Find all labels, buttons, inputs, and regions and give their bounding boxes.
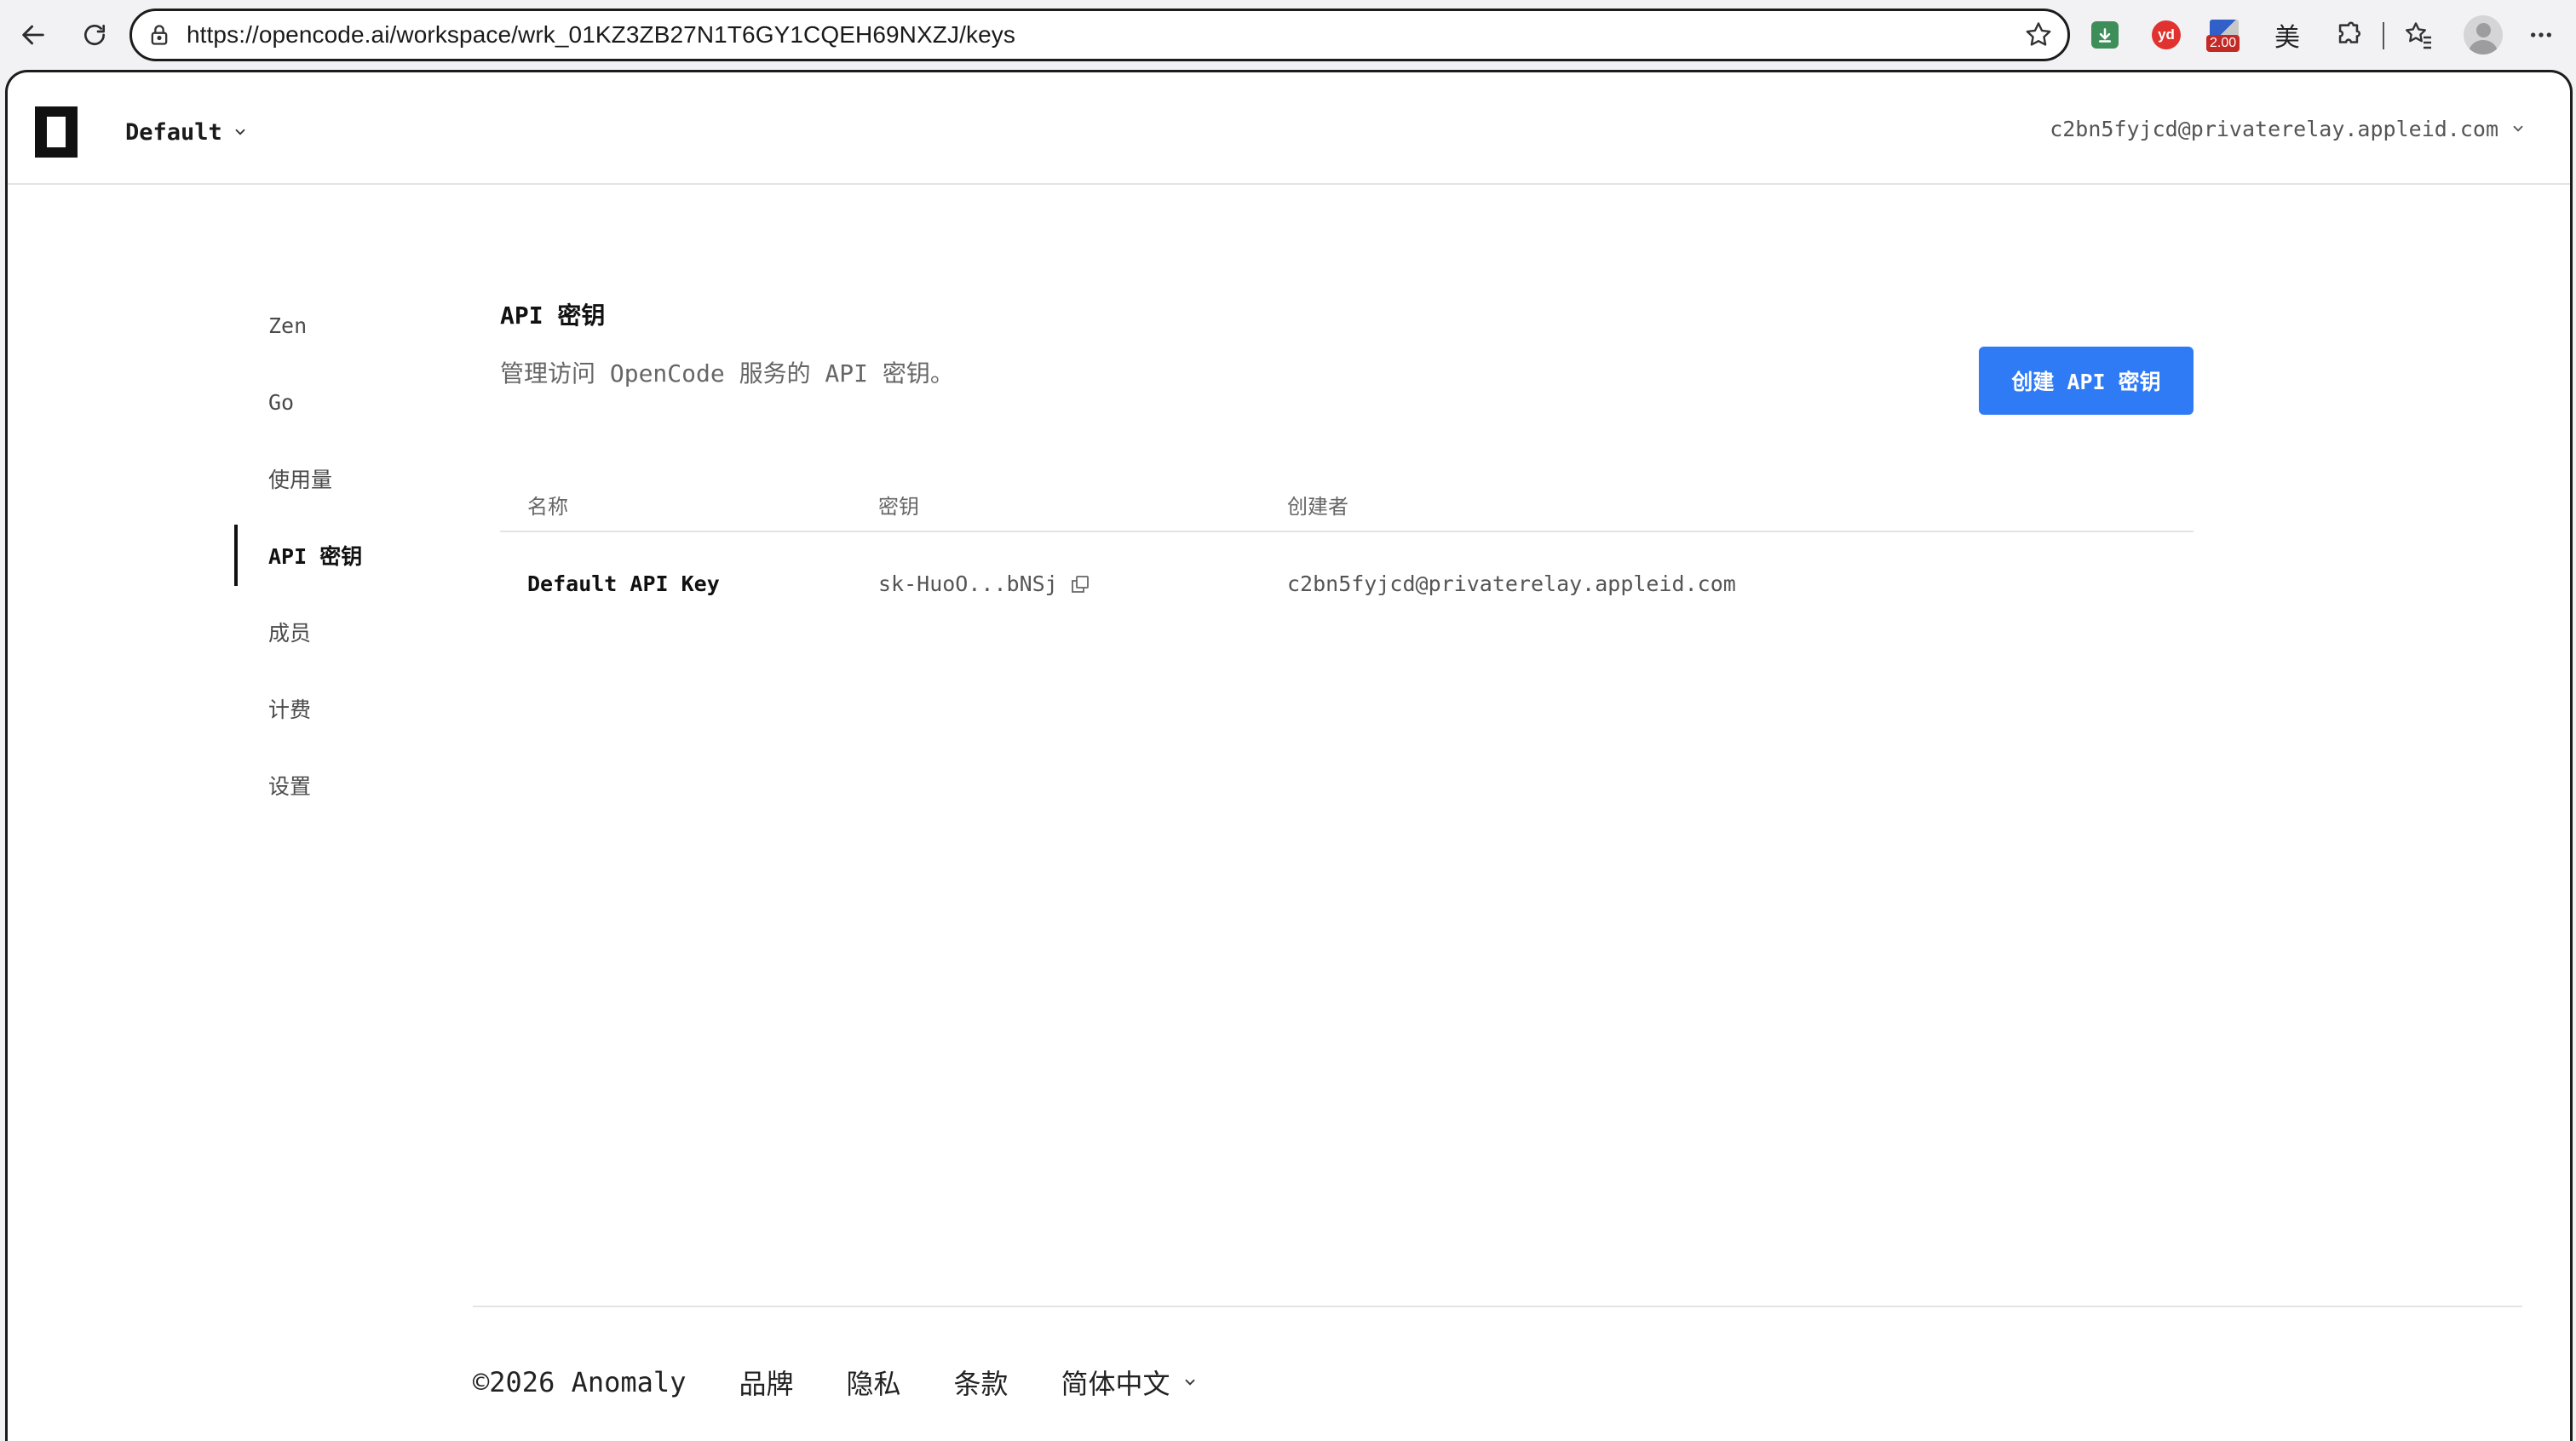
account-email: c2bn5fyjcd@privaterelay.appleid.com [2050, 116, 2498, 141]
column-header-creator: 创建者 [1287, 495, 1348, 519]
sidebar-item-label: Zen [268, 313, 308, 338]
sidebar-item-label: 计费 [268, 698, 312, 722]
sidebar: Zen Go 使用量 API 密钥 成员 计费 设置 [234, 287, 456, 824]
youdao-extension-button[interactable]: yd [2148, 17, 2184, 53]
download-extension-button[interactable] [2087, 17, 2123, 53]
sidebar-item-zen[interactable]: Zen [234, 287, 456, 364]
address-bar[interactable]: https://opencode.ai/workspace/wrk_01KZ3Z… [129, 9, 2070, 61]
sidebar-item-members[interactable]: 成员 [234, 594, 456, 670]
reload-icon [84, 25, 105, 45]
browser-toolbar: https://opencode.ai/workspace/wrk_01KZ3Z… [0, 0, 2576, 70]
back-arrow-icon [22, 25, 44, 45]
sidebar-item-label: Go [268, 389, 295, 415]
lock-icon[interactable] [147, 23, 171, 47]
sidebar-item-go[interactable]: Go [234, 364, 456, 440]
sidebar-item-settings[interactable]: 设置 [234, 747, 456, 824]
sidebar-item-label: 设置 [268, 774, 312, 799]
opencode-logo-icon[interactable] [35, 106, 78, 158]
mei-icon: 美 [2274, 23, 2300, 53]
footer-divider [473, 1306, 2522, 1307]
copyright-text: ©2026 Anomaly [473, 1366, 687, 1398]
mei-extension-button[interactable]: 美 [2269, 17, 2305, 53]
sidebar-item-billing[interactable]: 计费 [234, 670, 456, 747]
back-button[interactable] [14, 15, 53, 55]
footer-link-brand[interactable]: 品牌 [739, 1363, 793, 1402]
key-value-cell: sk-HuoO...bNSj [878, 571, 1090, 596]
puzzle-icon [2338, 21, 2360, 43]
counter-extension-button[interactable]: 2.00 [2206, 17, 2242, 53]
chevron-down-icon [235, 129, 245, 135]
extensions-button[interactable] [2331, 17, 2366, 53]
toolbar-divider [2383, 22, 2384, 49]
sidebar-item-label: 成员 [268, 621, 312, 646]
favorites-button[interactable] [2401, 17, 2436, 53]
bookmark-star-icon[interactable] [2023, 20, 2054, 50]
sidebar-item-usage[interactable]: 使用量 [234, 440, 456, 517]
copy-icon[interactable] [1070, 574, 1090, 594]
table-header: 名称 密钥 创建者 [500, 471, 2194, 532]
more-menu-button[interactable] [2523, 17, 2559, 53]
account-menu[interactable]: c2bn5fyjcd@privaterelay.appleid.com [2050, 112, 2526, 146]
profile-avatar[interactable] [2464, 15, 2503, 55]
key-value: sk-HuoO...bNSj [878, 571, 1058, 596]
reload-button[interactable] [75, 15, 114, 55]
page-title: API 密钥 [500, 301, 606, 330]
favorites-star-icon [2406, 22, 2431, 49]
chevron-down-icon [2513, 125, 2523, 132]
sidebar-item-label: API 密钥 [268, 544, 363, 569]
chevron-down-icon [1185, 1379, 1194, 1386]
key-creator: c2bn5fyjcd@privaterelay.appleid.com [1287, 571, 1736, 596]
more-dots-icon [2531, 32, 2551, 37]
footer-link-privacy[interactable]: 隐私 [846, 1363, 900, 1402]
column-header-key: 密钥 [878, 495, 919, 519]
sidebar-item-label: 使用量 [268, 468, 333, 492]
language-label: 简体中文 [1061, 1368, 1170, 1400]
page-viewport: Default c2bn5fyjcd@privaterelay.appleid.… [5, 70, 2573, 1441]
key-name: Default API Key [527, 571, 720, 596]
download-icon [2091, 21, 2119, 49]
api-keys-table: 名称 密钥 创建者 Default API Key sk-HuoO...bNSj… [500, 471, 2194, 641]
url-text[interactable]: https://opencode.ai/workspace/wrk_01KZ3Z… [187, 11, 1015, 59]
footer: ©2026 Anomaly 品牌 隐私 条款 简体中文 [473, 1358, 1198, 1406]
page-subtitle: 管理访问 OpenCode 服务的 API 密钥。 [500, 359, 954, 388]
workspace-switcher[interactable]: Default [125, 117, 248, 147]
table-row: Default API Key sk-HuoO...bNSj c2bn5fyjc… [500, 532, 2194, 641]
create-api-key-button[interactable]: 创建 API 密钥 [1979, 347, 2194, 415]
sidebar-item-api-keys[interactable]: API 密钥 [234, 517, 456, 594]
column-header-name: 名称 [527, 495, 568, 519]
workspace-name: Default [125, 118, 222, 146]
youdao-icon: yd [2152, 20, 2181, 49]
counter-badge: 2.00 [2206, 35, 2240, 52]
app-header: Default c2bn5fyjcd@privaterelay.appleid.… [8, 72, 2570, 185]
language-selector[interactable]: 简体中文 [1061, 1363, 1198, 1402]
footer-link-terms[interactable]: 条款 [953, 1363, 1008, 1402]
